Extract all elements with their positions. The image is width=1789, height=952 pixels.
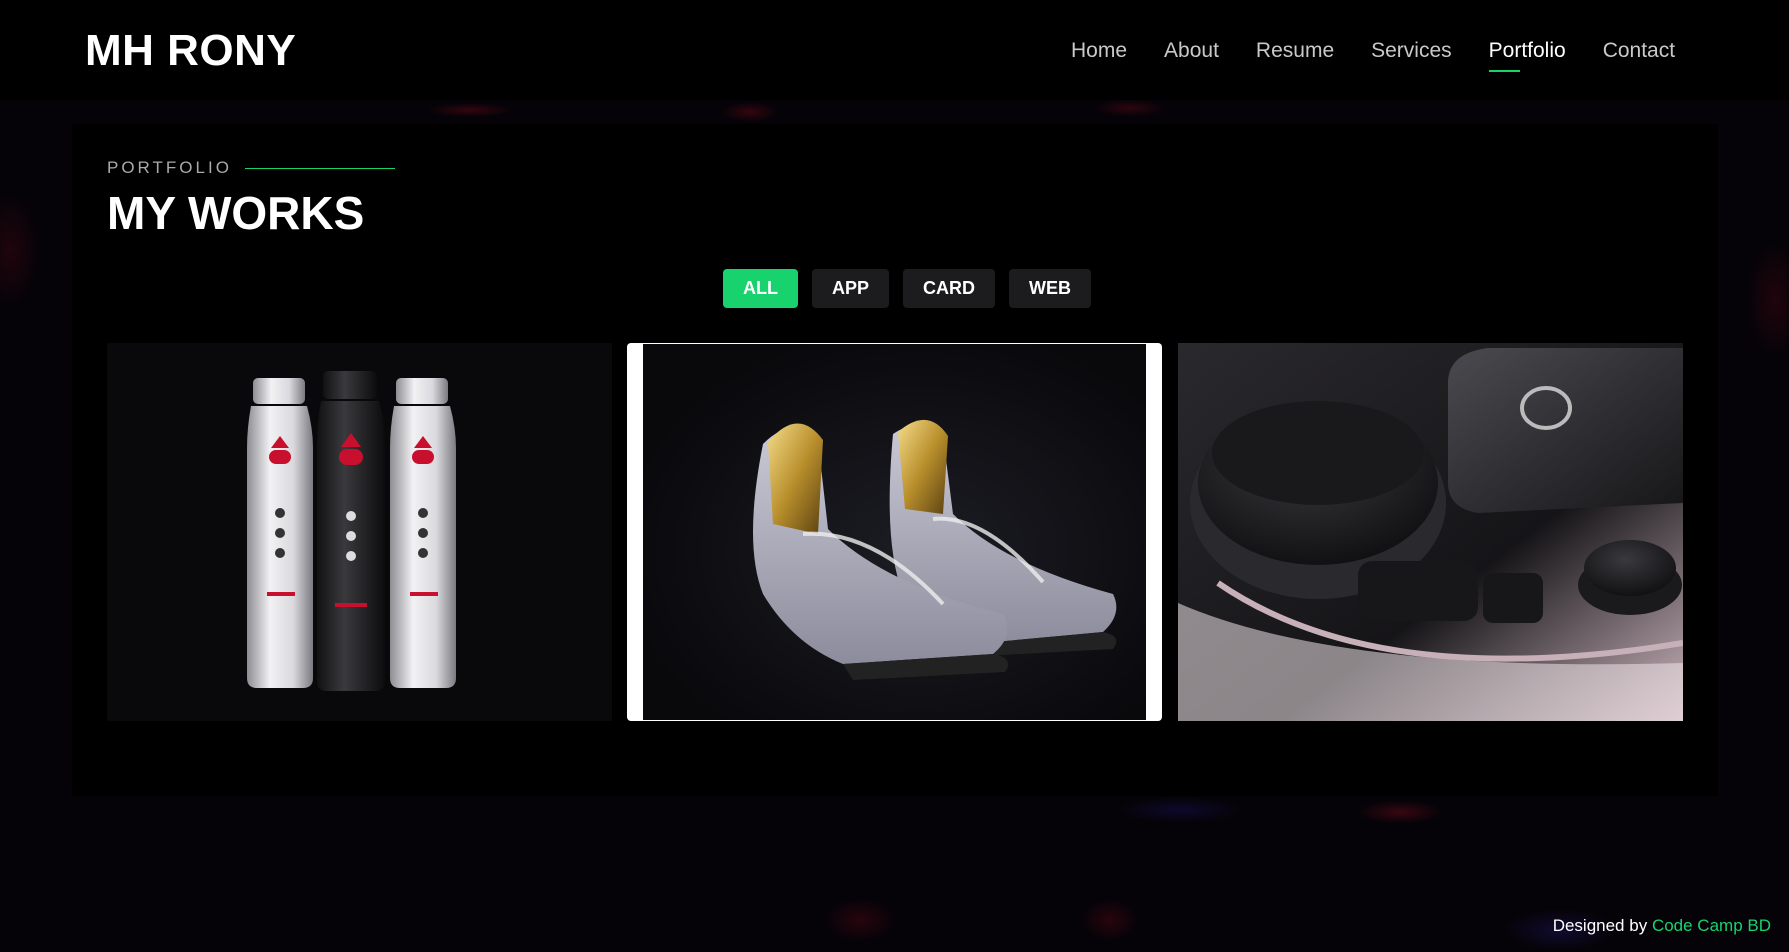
footer-credit: Designed by Code Camp BD xyxy=(1553,916,1771,936)
section-eyebrow-label: PORTFOLIO xyxy=(107,158,232,177)
bottles-image xyxy=(107,343,612,721)
footer-credit-prefix: Designed by xyxy=(1552,916,1648,935)
filter-app-button[interactable]: APP xyxy=(812,269,890,308)
site-logo[interactable]: MH RONY xyxy=(85,26,296,76)
portfolio-item-bottles[interactable] xyxy=(107,343,612,721)
section-title: MY WORKS xyxy=(107,187,365,239)
site-header: MH RONY Home About Resume Services Portf… xyxy=(0,0,1789,100)
filter-card-button[interactable]: CARD xyxy=(903,269,996,308)
nav-link-contact[interactable]: Contact xyxy=(1603,38,1675,64)
portfolio-item-car-key[interactable] xyxy=(1178,343,1683,721)
main-nav: Home About Resume Services Portfolio Con… xyxy=(1071,38,1712,72)
car-key-image xyxy=(1178,343,1683,721)
filter-all-button[interactable]: ALL xyxy=(723,269,798,308)
section-eyebrow: PORTFOLIO xyxy=(107,158,395,178)
nav-link-portfolio[interactable]: Portfolio xyxy=(1488,38,1566,72)
nav-link-about[interactable]: About xyxy=(1164,38,1219,64)
portfolio-item-sneakers[interactable] xyxy=(627,343,1162,721)
portfolio-filters: ALL APP CARD WEB xyxy=(723,269,1105,308)
eyebrow-divider xyxy=(244,167,395,169)
footer-credit-link[interactable]: Code Camp BD xyxy=(1652,916,1771,935)
nav-link-services[interactable]: Services xyxy=(1371,38,1452,64)
filter-web-button[interactable]: WEB xyxy=(1009,269,1092,308)
nav-link-resume[interactable]: Resume xyxy=(1256,38,1334,64)
sneakers-image xyxy=(643,344,1146,720)
nav-link-home[interactable]: Home xyxy=(1071,38,1127,64)
